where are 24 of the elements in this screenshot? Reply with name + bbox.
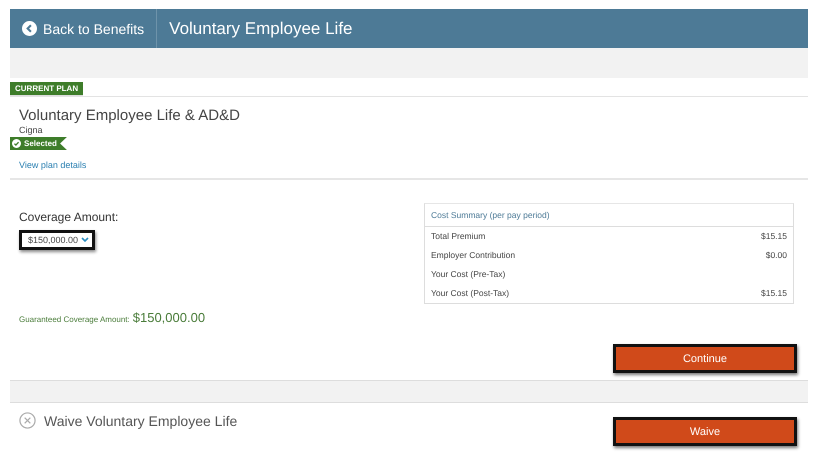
cost-label: Your Cost (Post-Tax)	[431, 288, 510, 299]
cost-label: Employer Contribution	[431, 250, 516, 261]
coverage-dropdown[interactable]: $150,000.00	[19, 230, 96, 250]
cost-label: Your Cost (Pre-Tax)	[431, 269, 506, 280]
cost-summary-title: Cost Summary (per pay period)	[430, 209, 551, 222]
close-circle-icon	[19, 412, 36, 429]
waive-label: Waive Voluntary Employee Life	[44, 412, 238, 428]
view-plan-details-link[interactable]: View plan details	[10, 160, 808, 170]
waive-button[interactable]: Waive	[613, 417, 797, 446]
current-plan-badge: CURRENT PLAN	[10, 82, 84, 96]
chevron-down-icon	[81, 237, 90, 243]
plan-name: Voluntary Employee Life & AD&D	[18, 107, 241, 124]
cost-value: $15.15	[761, 288, 787, 299]
carrier-name: Cigna	[18, 125, 44, 135]
selected-ribbon: Selected	[10, 137, 67, 150]
cost-value: $15.15	[761, 231, 787, 242]
guaranteed-label: Guaranteed Coverage Amount:	[19, 315, 130, 324]
coverage-label: Coverage Amount:	[19, 210, 120, 224]
cost-label: Total Premium	[431, 231, 486, 242]
guaranteed-amount: $150,000.00	[132, 310, 206, 325]
cost-value: $0.00	[766, 250, 787, 261]
page-title: Voluntary Employee Life	[168, 18, 353, 40]
check-icon	[12, 139, 21, 148]
continue-button[interactable]: Continue	[613, 344, 797, 373]
